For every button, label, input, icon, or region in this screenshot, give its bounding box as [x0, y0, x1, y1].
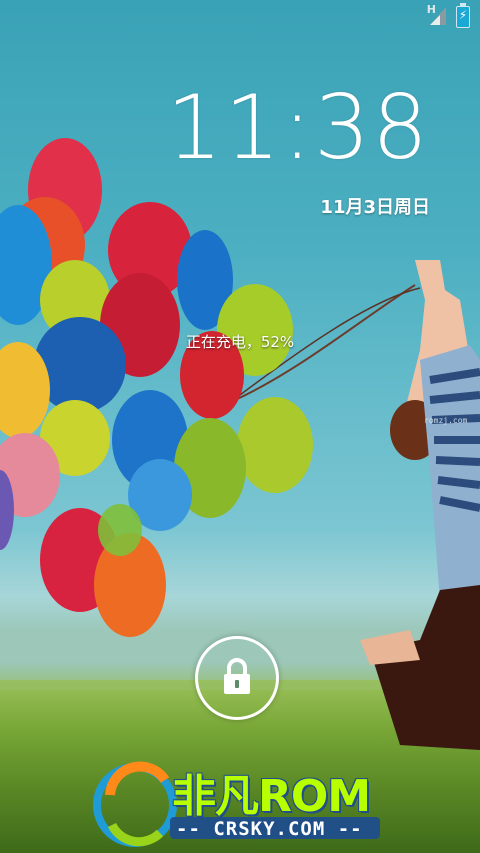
- battery-charging-icon: [456, 3, 470, 28]
- signal-icon: [430, 7, 446, 25]
- small-watermark: romzj.com: [424, 416, 468, 425]
- status-bar: H: [0, 0, 480, 30]
- charging-status: 正在充电，52%: [185, 333, 295, 351]
- lock-icon: [224, 658, 250, 694]
- watermark-site: -- CRSKY.COM --: [176, 818, 363, 840]
- unlock-button[interactable]: [195, 636, 279, 720]
- lockscreen-clock: 11:38: [166, 76, 430, 179]
- lockscreen-date: 11月3日周日: [320, 197, 430, 218]
- watermark-brand: 非凡ROM: [172, 771, 371, 822]
